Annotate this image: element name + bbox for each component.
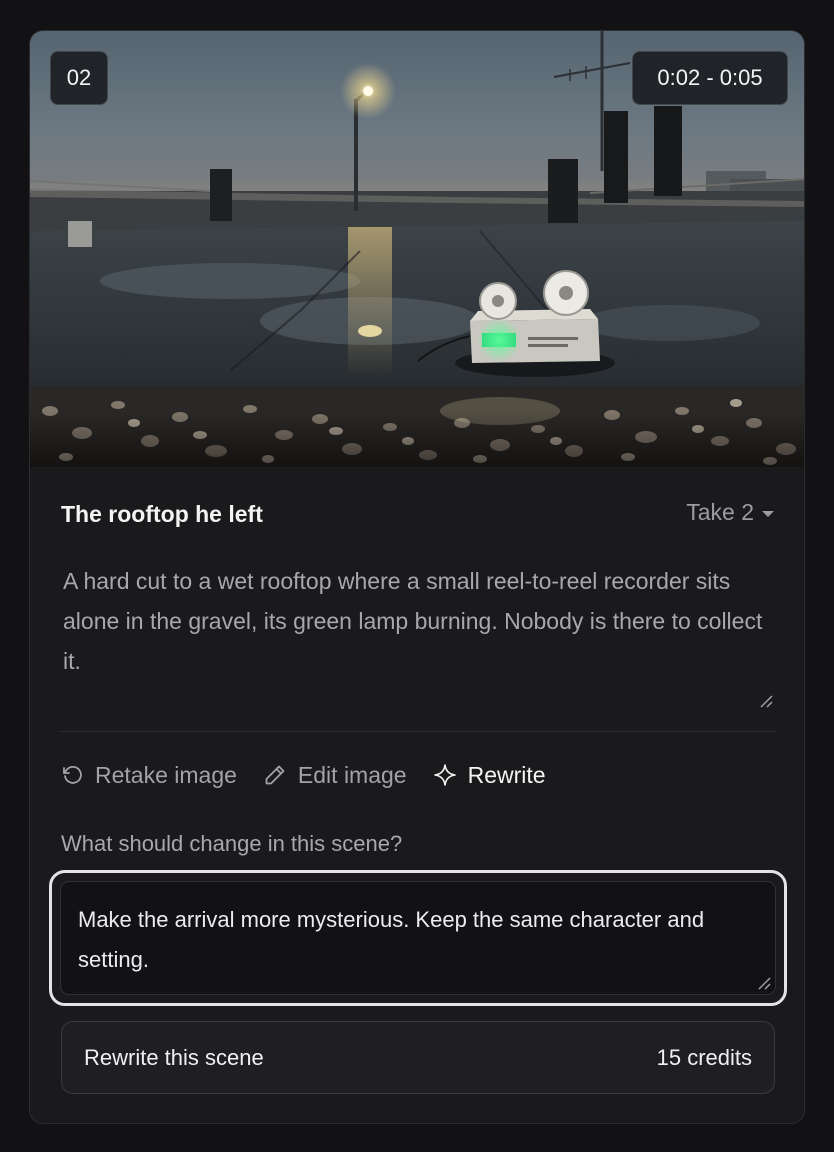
scene-number: 02 — [66, 65, 92, 90]
timecode: 0:02 - 0:05 — [657, 65, 763, 90]
scene-number-badge: 02 — [50, 51, 108, 105]
edit-image-button[interactable]: Edit image — [263, 762, 407, 789]
resize-handle-icon[interactable] — [757, 976, 771, 990]
rewrite-scene-label: Rewrite this scene — [84, 1044, 264, 1070]
retake-image-button[interactable]: Retake image — [60, 762, 237, 789]
edit-image-label: Edit image — [297, 761, 407, 788]
timecode-badge: 0:02 - 0:05 — [632, 51, 788, 105]
scene-description[interactable]: A hard cut to a wet rooftop where a smal… — [63, 561, 783, 711]
scene-description-text: A hard cut to a wet rooftop where a smal… — [63, 568, 763, 674]
rewrite-scene-button[interactable]: Rewrite this scene 15 credits — [61, 1021, 775, 1094]
scene-title: The rooftop he left — [61, 501, 263, 527]
scene-image[interactable]: 02 0:02 - 0:05 — [30, 31, 804, 467]
rewrite-label: Rewrite — [467, 761, 546, 788]
scene-card: 02 0:02 - 0:05 The rooftop he left Take … — [29, 30, 805, 1124]
take-dropdown[interactable]: Take 2 — [686, 499, 774, 526]
divider — [60, 731, 776, 732]
rotate-ccw-icon — [63, 765, 82, 784]
rewrite-prompt-focus-ring: Make the arrival more mysterious. Keep t… — [49, 870, 787, 1006]
sparkle-icon — [433, 764, 456, 786]
pencil-icon — [265, 765, 285, 785]
rewrite-button[interactable]: Rewrite — [433, 762, 546, 789]
resize-handle-icon[interactable] — [759, 694, 773, 708]
rewrite-prompt-input[interactable]: Make the arrival more mysterious. Keep t… — [60, 881, 776, 995]
caret-down-icon — [762, 510, 774, 517]
scene-actions: Retake image Edit image Rewrite — [60, 757, 546, 793]
credits-cost: 15 credits — [656, 1044, 752, 1070]
rewrite-prompt-value: Make the arrival more mysterious. Keep t… — [78, 907, 705, 972]
take-label: Take 2 — [686, 499, 754, 525]
retake-image-label: Retake image — [95, 761, 237, 788]
rewrite-prompt-label: What should change in this scene? — [61, 831, 403, 856]
